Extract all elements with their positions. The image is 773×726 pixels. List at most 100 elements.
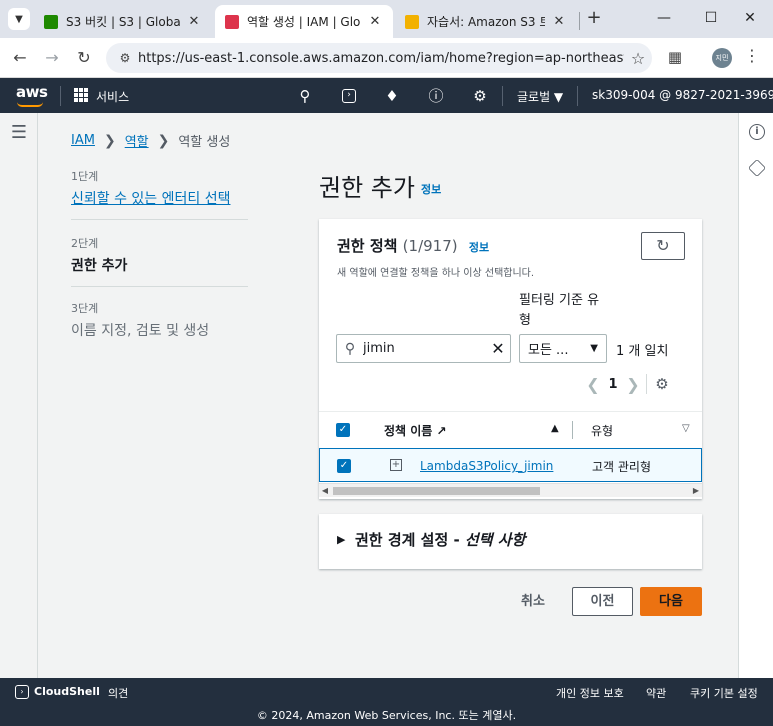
- scroll-left-icon[interactable]: ◀: [319, 484, 331, 498]
- privacy-link[interactable]: 개인 정보 보호: [556, 685, 624, 701]
- column-type[interactable]: 유형: [591, 422, 613, 439]
- wizard-step-3: 3단계 이름 지정, 검토 및 생성: [71, 300, 209, 340]
- policy-type-select[interactable]: 모든 ... ▼: [519, 334, 607, 363]
- tab-title: 역할 생성 | IAM | Global: [247, 15, 361, 29]
- clear-search-icon[interactable]: ✕: [486, 339, 510, 358]
- services-menu[interactable]: 서비스: [96, 88, 129, 105]
- tab-close-icon[interactable]: ✕: [551, 14, 567, 29]
- sort-ascending-icon[interactable]: ▲: [551, 423, 559, 434]
- policy-search-input[interactable]: [363, 341, 486, 356]
- breadcrumb-roles[interactable]: 역할: [125, 131, 149, 150]
- browser-tab-iam[interactable]: 역할 생성 | IAM | Global ✕: [215, 5, 393, 38]
- reload-icon[interactable]: ↻: [72, 46, 96, 70]
- tab-title: 자습서: Amazon S3 트리: [427, 15, 545, 29]
- cookie-preferences-link[interactable]: 쿠키 기본 설정: [690, 685, 758, 701]
- tab-close-icon[interactable]: ✕: [367, 14, 383, 29]
- table-preferences-gear-icon[interactable]: ⚙: [651, 375, 673, 393]
- policy-search-box[interactable]: ⚲ ✕: [336, 334, 511, 363]
- boundary-title[interactable]: 권한 경계 설정 - 선택 사항: [355, 529, 525, 550]
- tab-close-icon[interactable]: ✕: [186, 14, 202, 29]
- s3-favicon-icon: [44, 14, 58, 29]
- cancel-button[interactable]: 취소: [505, 589, 561, 615]
- forward-arrow-icon[interactable]: →: [40, 46, 64, 70]
- settings-gear-icon[interactable]: ⚙: [470, 86, 490, 106]
- site-settings-icon[interactable]: ⚙: [112, 51, 138, 65]
- profile-avatar[interactable]: 지민: [712, 48, 732, 68]
- prev-page-icon[interactable]: ❮: [584, 375, 602, 394]
- permissions-boundary-section[interactable]: ▶ 권한 경계 설정 - 선택 사항: [319, 514, 702, 569]
- copyright-text: © 2024, Amazon Web Services, Inc. 또는 계열사…: [256, 709, 517, 722]
- account-menu[interactable]: sk309-004 @ 9827-2021-3969 ▼: [592, 88, 773, 102]
- match-count: 1 개 일치: [616, 344, 669, 359]
- column-divider: [572, 421, 573, 439]
- external-link-icon: ↗: [436, 424, 447, 438]
- nav-divider: [577, 86, 578, 106]
- policies-info-link[interactable]: 정보: [469, 241, 489, 254]
- services-grid-icon[interactable]: [74, 88, 88, 102]
- previous-button[interactable]: 이전: [572, 587, 633, 616]
- new-tab-button[interactable]: +: [583, 8, 605, 30]
- filter-type-label: 필터링 기준 유형: [519, 293, 600, 328]
- close-window-icon[interactable]: ✕: [727, 6, 773, 30]
- tab-separator: [579, 12, 580, 30]
- boundary-title-text: 권한 경계 설정 -: [355, 531, 465, 549]
- aws-logo[interactable]: aws: [16, 83, 48, 101]
- step-1-link[interactable]: 신뢰할 수 있는 엔터티 선택: [71, 188, 230, 208]
- horizontal-scrollbar[interactable]: ◀ ▶: [319, 483, 702, 497]
- tab-search-chevron-icon[interactable]: ▼: [8, 8, 30, 30]
- table-row[interactable]: ✓ + LambdaS3Policy_jimin 고객 관리형: [319, 448, 702, 482]
- pager-divider: [646, 374, 647, 394]
- left-rail-divider: [37, 113, 38, 678]
- hamburger-menu-icon[interactable]: ☰: [8, 122, 30, 143]
- page-title: 권한 추가 정보: [319, 168, 441, 203]
- policies-count: (1/917): [402, 237, 458, 255]
- browser-tab-s3[interactable]: S3 버킷 | S3 | Global ✕: [34, 5, 212, 38]
- tab-title: S3 버킷 | S3 | Global: [66, 15, 180, 29]
- back-arrow-icon[interactable]: ←: [8, 46, 32, 70]
- feedback-link[interactable]: 의견: [108, 685, 128, 701]
- region-selector[interactable]: 글로벌 ▼: [517, 88, 563, 105]
- terms-link[interactable]: 약관: [646, 685, 666, 701]
- cloudshell-icon[interactable]: ›: [339, 86, 359, 106]
- column-type-sort-icon[interactable]: ▽: [682, 423, 690, 434]
- refresh-button[interactable]: ↻: [641, 232, 685, 260]
- permission-policies-panel: 권한 정책 (1/917) 정보 새 역할에 연결할 정책을 하나 이상 선택합…: [319, 219, 702, 499]
- page-info-link[interactable]: 정보: [421, 183, 441, 196]
- next-page-icon[interactable]: ❯: [624, 375, 642, 394]
- nav-divider: [60, 86, 61, 106]
- type-select-value: 모든 ...: [528, 343, 569, 358]
- notifications-bell-icon[interactable]: ♦: [382, 86, 402, 106]
- iam-favicon-icon: [225, 14, 239, 29]
- policy-type-cell: 고객 관리형: [592, 460, 652, 474]
- expand-row-icon[interactable]: +: [390, 459, 402, 471]
- policies-title: 권한 정책 (1/917) 정보: [337, 235, 489, 256]
- step-label: 1단계: [71, 170, 99, 183]
- info-panel-icon[interactable]: i: [749, 124, 765, 140]
- step-2-current: 권한 추가: [71, 258, 128, 274]
- current-page[interactable]: 1: [602, 377, 624, 392]
- help-icon[interactable]: ⓘ: [426, 86, 446, 106]
- browser-tab-strip: ▼ S3 버킷 | S3 | Global ✕ 역할 생성 | IAM | Gl…: [0, 0, 773, 38]
- bookmark-star-icon[interactable]: ☆: [624, 49, 652, 68]
- browser-menu-kebab-icon[interactable]: ⋮: [742, 46, 762, 68]
- url-text[interactable]: https://us-east-1.console.aws.amazon.com…: [138, 51, 624, 66]
- cloudshell-icon[interactable]: ›: [15, 685, 29, 699]
- minimize-icon[interactable]: —: [641, 6, 687, 30]
- browser-tab-tutorial[interactable]: 자습서: Amazon S3 트리 ✕: [395, 5, 577, 38]
- next-button[interactable]: 다음: [640, 587, 702, 616]
- row-checkbox[interactable]: ✓: [337, 459, 351, 473]
- breadcrumb-iam[interactable]: IAM: [71, 133, 95, 148]
- search-icon: ⚲: [344, 340, 356, 357]
- cloudshell-link[interactable]: CloudShell: [34, 685, 100, 698]
- scrollbar-thumb[interactable]: [333, 487, 540, 495]
- search-icon[interactable]: ⚲: [295, 86, 315, 106]
- extensions-puzzle-icon[interactable]: ▦: [664, 46, 686, 68]
- expand-triangle-icon[interactable]: ▶: [337, 533, 345, 546]
- scroll-right-icon[interactable]: ▶: [690, 484, 702, 498]
- policy-name-link[interactable]: LambdaS3Policy_jimin: [420, 459, 553, 473]
- column-policy-name[interactable]: 정책 이름 ↗: [384, 422, 447, 439]
- address-bar[interactable]: ⚙ https://us-east-1.console.aws.amazon.c…: [106, 43, 652, 73]
- boundary-optional-text: 선택 사항: [464, 531, 526, 549]
- select-all-checkbox[interactable]: ✓: [336, 423, 350, 437]
- hexagon-resources-icon[interactable]: [747, 158, 767, 178]
